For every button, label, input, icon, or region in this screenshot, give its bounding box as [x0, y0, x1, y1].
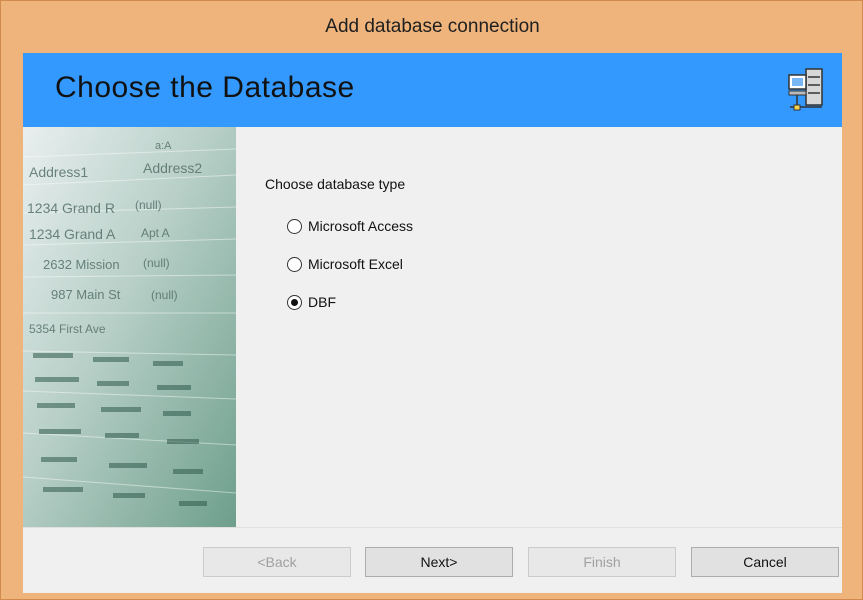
image-text: Address1 — [29, 164, 88, 180]
radio-microsoft-access[interactable]: Microsoft Access — [287, 218, 413, 234]
image-text: 2632 Mission — [43, 257, 120, 272]
radio-label: Microsoft Access — [308, 218, 414, 234]
image-text: (null) — [135, 198, 162, 212]
image-text: (null) — [143, 256, 170, 270]
image-text: 987 Main St — [51, 287, 121, 302]
next-button[interactable]: Next> — [365, 547, 513, 577]
image-text: 5354 First Ave — [29, 322, 106, 336]
radio-label: DBF — [308, 294, 336, 310]
dialog-client-area: Choose the Database Address1 Address2 a:… — [23, 53, 842, 593]
window-title: Add database connection — [325, 16, 540, 37]
radio-selected-dot — [291, 298, 298, 306]
radio-button[interactable] — [287, 256, 302, 272]
decorative-spreadsheet-image: Address1 Address2 a:A 1234 Grand R (null… — [23, 127, 236, 527]
cancel-button[interactable]: Cancel — [691, 547, 839, 577]
page-title: Choose the Database — [55, 71, 355, 104]
database-type-label: Choose database type — [265, 176, 406, 192]
image-text: Apt A — [141, 226, 170, 240]
radio-button-selected[interactable] — [287, 294, 302, 310]
finish-button[interactable]: Finish — [528, 547, 676, 577]
radio-microsoft-excel[interactable]: Microsoft Excel — [287, 256, 403, 272]
image-text: 1234 Grand A — [29, 226, 116, 242]
footer-divider — [23, 527, 842, 528]
radio-dbf[interactable]: DBF — [287, 294, 336, 310]
content-panel: Choose database type Microsoft Access Mi… — [236, 127, 842, 527]
header-banner: Choose the Database — [23, 53, 842, 127]
radio-label: Microsoft Excel — [308, 256, 403, 272]
image-text: (null) — [151, 288, 178, 302]
image-text: 1234 Grand R — [27, 200, 115, 216]
image-text: Address2 — [143, 160, 202, 176]
image-text: a:A — [155, 140, 172, 152]
back-button[interactable]: <Back — [203, 547, 351, 577]
radio-button[interactable] — [287, 218, 302, 234]
dialog-window: Add database connection Choose the Datab… — [0, 0, 863, 600]
spreadsheet-illustration: Address1 Address2 a:A 1234 Grand R (null… — [23, 127, 236, 527]
network-database-icon — [788, 68, 823, 111]
